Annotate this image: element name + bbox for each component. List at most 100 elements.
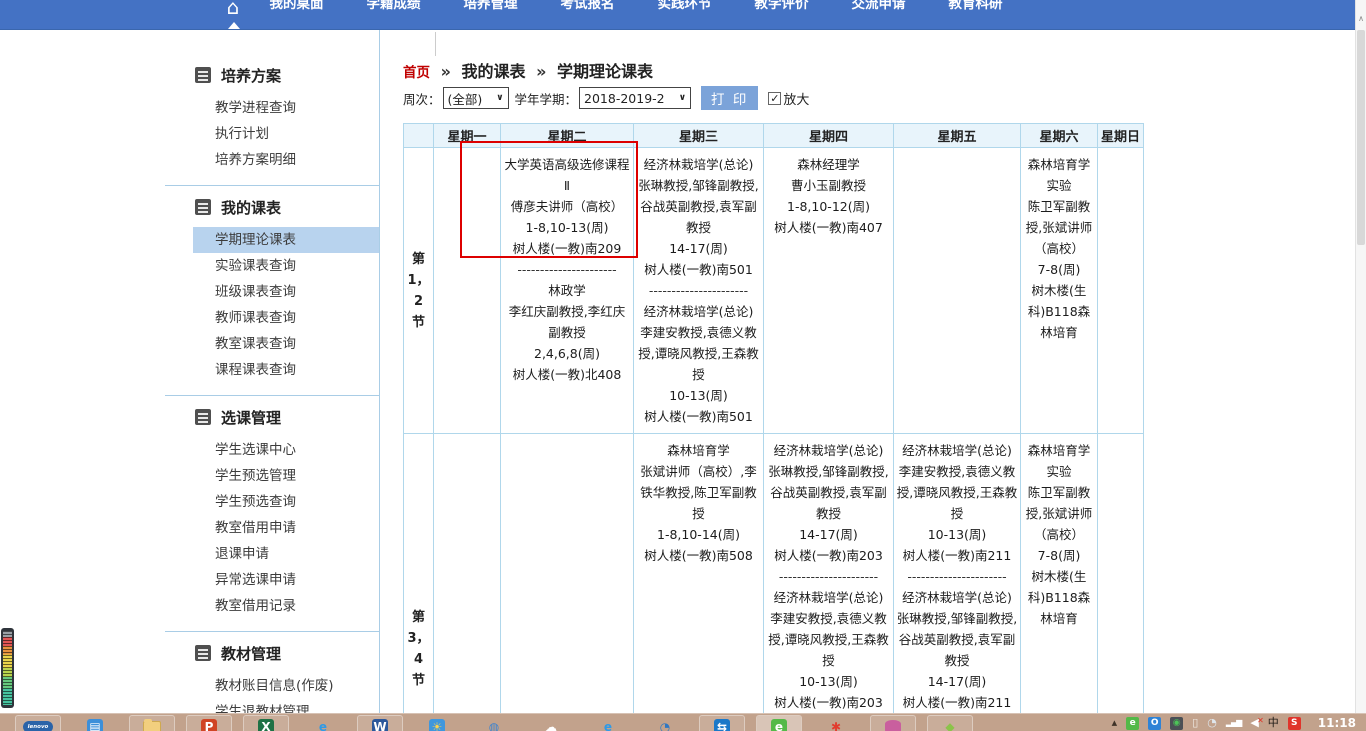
nav-item[interactable]: 实践环节 (636, 0, 733, 24)
course-room: 树人楼(一教)南209 (503, 238, 631, 259)
notebook-icon (195, 409, 211, 425)
print-button[interactable]: 打 印 (701, 86, 758, 110)
course-cell: 经济林栽培学(总论)李建安教授,袁德义教授,谭晓风教授,王森教授10-13(周)… (894, 434, 1021, 731)
course-weeks: 14-17(周) (896, 671, 1018, 692)
zoom-checkbox[interactable]: ✓ (768, 92, 781, 105)
browser-ring2-icon[interactable]: ◔ (643, 716, 687, 731)
internet-explorer-icon[interactable]: e (301, 716, 345, 731)
sidebar-item[interactable]: 实验课表查询 (165, 253, 379, 279)
tray-screenshot-icon[interactable]: ◉ (1170, 717, 1183, 730)
sidebar-group: 培养方案教学进程查询执行计划培养方案明细 (165, 54, 379, 186)
sidebar-group-title[interactable]: 选课管理 (165, 406, 379, 428)
phone-app-icon-glyph: ▤ (87, 719, 103, 731)
term-select[interactable]: 2018-2019-2 ∨ (579, 87, 691, 109)
vertical-scrollbar[interactable]: ∧ (1355, 0, 1366, 731)
sidebar-item[interactable]: 执行计划 (165, 121, 379, 147)
nav-item[interactable]: 交流申请 (830, 0, 927, 24)
period-label-line: 3，4 (404, 628, 433, 670)
sidebar-group-title[interactable]: 我的课表 (165, 196, 379, 218)
course-name: 森林培育学 (636, 440, 761, 461)
sidebar-item[interactable]: 教室借用记录 (165, 593, 379, 619)
period-label-line: 节 (404, 670, 433, 691)
day-header: 星期三 (634, 124, 764, 148)
tray-signal-icon[interactable]: ▂▄▆ (1226, 716, 1241, 730)
nav-item[interactable]: 学籍成绩 (345, 0, 442, 24)
tray-360-icon[interactable]: e (1126, 717, 1139, 730)
file-explorer-icon[interactable] (130, 716, 174, 731)
powerpoint-icon[interactable]: P (187, 716, 231, 731)
tray-ime-icon[interactable]: 中 (1268, 716, 1279, 730)
course-teachers: 陈卫军副教授,张斌讲师（高校） (1023, 196, 1095, 259)
course-teachers: 曹小玉副教授 (766, 175, 891, 196)
home-icon[interactable]: ⌂ (218, 0, 248, 25)
period-label-line: 第 (404, 249, 433, 270)
360-browser-icon-glyph: e (771, 719, 787, 731)
nav-item[interactable]: 培养管理 (442, 0, 539, 24)
sidebar-item[interactable]: 学生选课中心 (165, 437, 379, 463)
tray-sogou-icon[interactable]: S (1288, 717, 1301, 730)
sidebar-group-title[interactable]: 教材管理 (165, 642, 379, 664)
course-weeks: 10-13(周) (636, 385, 761, 406)
sidebar-item[interactable]: 学期理论课表 (193, 227, 379, 253)
cloud-app-icon[interactable]: ☁ (529, 716, 573, 731)
course-weeks: 1-8,10-12(周) (766, 196, 891, 217)
nav-item[interactable]: 教学评价 (733, 0, 830, 24)
breadcrumb-home-link[interactable]: 首页 (403, 65, 430, 81)
sidebar-item[interactable]: 课程课表查询 (165, 357, 379, 383)
course-room: 树木楼(生科)B118森林培育 (1023, 280, 1095, 343)
course-room: 树木楼(生科)B118森林培育 (1023, 566, 1095, 629)
timetable: 星期一星期二星期三星期四星期五星期六星期日第1，2节大学英语高级选修课程Ⅱ傅彦夫… (403, 123, 1144, 731)
word-icon[interactable]: W (358, 716, 402, 731)
green-app-icon-glyph: ◆ (942, 719, 958, 731)
course-weeks: 1-8,10-13(周) (503, 217, 631, 238)
active-tab-pointer (228, 22, 240, 29)
week-select[interactable]: (全部) ∨ (443, 87, 509, 109)
course-weeks: 7-8(周) (1023, 259, 1095, 280)
photos-icon-glyph: ☀ (429, 719, 445, 731)
tray-volume-muted-icon[interactable]: ◀ (1250, 716, 1258, 730)
sidebar-item[interactable]: 教室借用申请 (165, 515, 379, 541)
tray-expand-icon[interactable]: ▴ (1112, 716, 1118, 730)
ie-browser2-icon[interactable]: e (586, 716, 630, 731)
360-browser-icon[interactable]: e (757, 716, 801, 731)
course-separator: ---------------------- (766, 566, 891, 587)
course-cell: 经济林栽培学(总论)张琳教授,邹锋副教授,谷战英副教授,袁军副教授14-17(周… (634, 148, 764, 434)
sidebar-item[interactable]: 学生预选查询 (165, 489, 379, 515)
sidebar-item[interactable]: 教室课表查询 (165, 331, 379, 357)
sidebar-item[interactable]: 学生预选管理 (165, 463, 379, 489)
sidebar-item[interactable]: 异常选课申请 (165, 567, 379, 593)
teamviewer-icon[interactable]: ⇆ (700, 716, 744, 731)
sidebar-item[interactable]: 退课申请 (165, 541, 379, 567)
course-separator: ---------------------- (636, 280, 761, 301)
nav-item[interactable]: 教育科研 (927, 0, 1024, 24)
sidebar-item[interactable]: 教材账目信息(作废) (165, 673, 379, 699)
excel-icon[interactable]: X (244, 716, 288, 731)
course-cell (501, 434, 634, 731)
chevron-down-icon: ∨ (496, 93, 503, 103)
green-app-icon[interactable]: ◆ (928, 716, 972, 731)
course-room: 树人楼(一教)南407 (766, 217, 891, 238)
lenovo-icon[interactable]: lenovo (16, 716, 60, 731)
nav-item[interactable]: 我的桌面 (248, 0, 345, 24)
sidebar-item[interactable]: 培养方案明细 (165, 147, 379, 173)
browser-ring-icon[interactable]: ◍ (472, 716, 516, 731)
database-app-icon[interactable] (871, 716, 915, 731)
tray-usb-icon[interactable]: ▯ (1192, 716, 1198, 730)
sidebar-group-title[interactable]: 培养方案 (165, 64, 379, 86)
nav-item[interactable]: 考试报名 (539, 0, 636, 24)
tray-globe-icon[interactable]: ◔ (1207, 716, 1217, 730)
course-teachers: 张琳教授,邹锋副教授,谷战英副教授,袁军副教授 (766, 461, 891, 524)
powerpoint-icon-glyph: P (201, 719, 217, 731)
sidebar-item[interactable]: 教学进程查询 (165, 95, 379, 121)
photos-icon[interactable]: ☀ (415, 716, 459, 731)
course-name: 经济林栽培学(总论) (766, 587, 891, 608)
taskbar-clock[interactable]: 11:18 (1318, 716, 1356, 730)
sidebar-item[interactable]: 班级课表查询 (165, 279, 379, 305)
scrollbar-thumb[interactable] (1357, 30, 1365, 245)
course-room: 树人楼(一教)南211 (896, 692, 1018, 713)
scrollbar-up-arrow[interactable]: ∧ (1356, 14, 1366, 23)
phone-app-icon[interactable]: ▤ (73, 716, 117, 731)
tray-ring-icon[interactable]: O (1148, 717, 1161, 730)
sidebar-item[interactable]: 教师课表查询 (165, 305, 379, 331)
sogou-flame-icon[interactable]: ✱ (814, 716, 858, 731)
